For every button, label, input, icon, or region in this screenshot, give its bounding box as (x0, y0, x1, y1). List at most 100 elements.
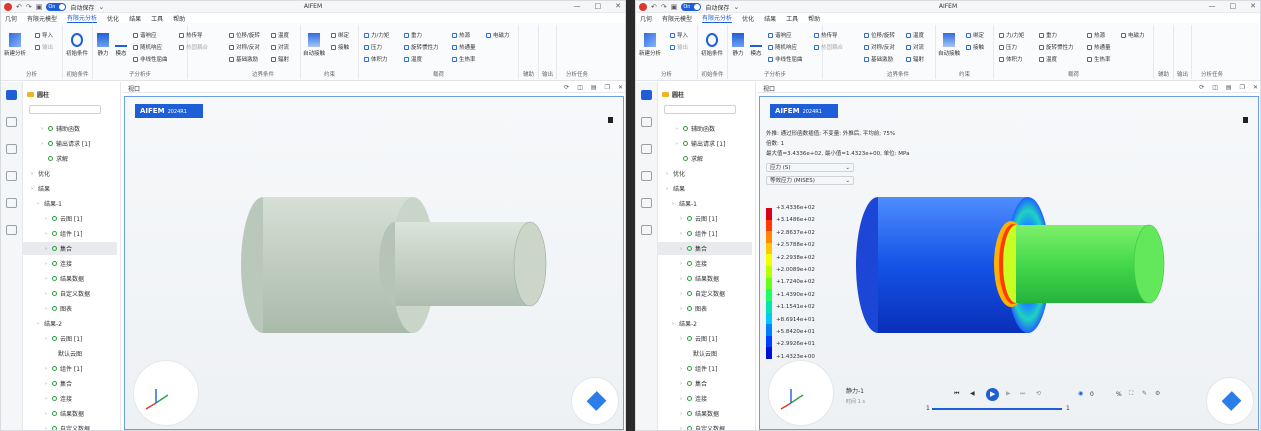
chevron-right-icon[interactable]: › (31, 171, 35, 177)
minimize-icon[interactable]: — (574, 2, 581, 10)
chevron-right-icon[interactable]: › (45, 426, 49, 431)
harmonic-button[interactable]: 谐响应 (768, 31, 792, 39)
chevron-right-icon[interactable]: › (45, 276, 49, 282)
refresh-icon[interactable]: ⟳ (564, 84, 569, 91)
menu-item[interactable]: 有限元模型 (27, 14, 57, 23)
modal-button[interactable]: 模态 (115, 33, 127, 57)
menu-item[interactable]: 工具 (786, 14, 798, 23)
axis-triad[interactable] (133, 360, 199, 426)
refresh-icon[interactable]: ⟳ (1199, 84, 1204, 91)
menu-item[interactable]: 几何 (640, 14, 652, 23)
tree-item[interactable]: › 结果 (658, 182, 685, 195)
chevron-right-icon[interactable]: › (680, 396, 684, 402)
static-button[interactable]: 静力 (732, 33, 744, 57)
chevron-right-icon[interactable]: › (676, 126, 680, 132)
heat-button[interactable]: 热传导 (814, 31, 838, 39)
loop-icon[interactable]: ⟲ (1036, 390, 1041, 397)
play-button[interactable]: ▶ (986, 388, 999, 401)
radiation-button[interactable]: 辐射 (906, 55, 924, 63)
minimize-icon[interactable]: — (1209, 2, 1216, 10)
rotational-inertia-button[interactable]: 旋转惯性力 (1039, 43, 1074, 51)
layout-icon[interactable]: ▤ (1226, 84, 1232, 91)
initial-condition-button[interactable]: 初始条件 (66, 33, 88, 57)
export-button[interactable]: 输出 (670, 43, 688, 51)
tree-item[interactable]: › 集合 (658, 242, 752, 255)
import-button[interactable]: 导入 (670, 31, 688, 39)
nonlinear-button[interactable]: 非线性屈曲 (768, 55, 803, 63)
menu-item[interactable]: 结果 (764, 14, 776, 23)
modal-button[interactable]: 模态 (750, 33, 762, 57)
chevron-right-icon[interactable]: › (680, 291, 684, 297)
tree-item[interactable]: › 云图 [1] (658, 212, 717, 225)
base-excitation-button[interactable]: 基础激励 (229, 55, 258, 63)
edit-icon[interactable]: ✎ (1142, 390, 1147, 397)
tree-search-input[interactable] (664, 105, 736, 114)
nonlinear-button[interactable]: 非线性屈曲 (133, 55, 168, 63)
page-icon[interactable] (6, 117, 17, 127)
tree-item[interactable]: › 集合 (23, 377, 72, 390)
displacement-button[interactable]: 位移/旋转 (864, 31, 895, 39)
menu-item-active[interactable]: 有限元分析 (67, 13, 98, 23)
temperature-bc-button[interactable]: 温度 (906, 31, 924, 39)
symmetry-button[interactable]: 对称/反对 (229, 43, 260, 51)
harmonic-button[interactable]: 谐响应 (133, 31, 157, 39)
tree-item[interactable]: › 结果-2 (23, 317, 62, 330)
static-button[interactable]: 静力 (97, 33, 109, 57)
tree-item[interactable]: 求解 (658, 152, 703, 165)
tree-item[interactable]: › 自定义数据 (23, 422, 90, 431)
chevron-right-icon[interactable]: › (41, 126, 45, 132)
model-tree-icon[interactable] (6, 90, 17, 100)
tree-item[interactable]: › 辅助函数 (23, 122, 80, 135)
chevron-right-icon[interactable]: › (680, 411, 684, 417)
export-frame-icon[interactable]: ⛶ (1129, 390, 1133, 398)
chevron-right-icon[interactable]: › (666, 186, 670, 192)
tree-item[interactable]: › 结果数据 (658, 407, 719, 420)
contact-button[interactable]: 接触 (966, 43, 984, 51)
menu-item-active[interactable]: 有限元分析 (702, 13, 733, 23)
tree-item[interactable]: › 连接 (658, 257, 707, 270)
auto-contact-button[interactable]: 自动接触 (938, 33, 960, 57)
speed-icon[interactable]: ◉ (1078, 390, 1083, 397)
tree-item[interactable]: › 输出请求 [1] (23, 137, 90, 150)
viewport-canvas[interactable]: AIFEM 2024R1 (124, 96, 624, 430)
chevron-right-icon[interactable]: › (680, 261, 684, 267)
tree-item[interactable]: › 结果-1 (23, 197, 62, 210)
heat-flux-button[interactable]: 热通量 (452, 43, 476, 51)
auto-contact-button[interactable]: 自动接触 (303, 33, 325, 57)
chevron-right-icon[interactable]: › (680, 366, 684, 372)
temperature-load-button[interactable]: 温度 (1039, 55, 1057, 63)
temperature-bc-button[interactable]: 温度 (271, 31, 289, 39)
page-icon[interactable] (641, 117, 652, 127)
restore-icon[interactable]: ❐ (605, 84, 610, 91)
gravity-button[interactable]: 重力 (1039, 31, 1057, 39)
tree-item[interactable]: › 组件 [1] (23, 227, 82, 240)
layers-icon[interactable] (6, 144, 17, 154)
tree-search-input[interactable] (29, 105, 101, 114)
chevron-right-icon[interactable]: › (45, 411, 49, 417)
force-button[interactable]: 力/力矩 (999, 31, 1024, 39)
tree-item[interactable]: › 自定义数据 (658, 422, 725, 430)
pressure-button[interactable]: 压力 (364, 43, 382, 51)
force-button[interactable]: 力/力矩 (364, 31, 389, 39)
grid-icon[interactable] (6, 225, 17, 235)
close-icon[interactable]: ✕ (1250, 2, 1256, 10)
chevron-right-icon[interactable]: › (37, 321, 41, 327)
tree-item[interactable]: › 辅助函数 (658, 122, 715, 135)
tree-item[interactable]: 求解 (23, 152, 68, 165)
export-button[interactable]: 输出 (35, 43, 53, 51)
view-cube[interactable] (571, 377, 619, 425)
step-back-icon[interactable]: ◀ (970, 390, 975, 397)
menu-item[interactable]: 几何 (5, 14, 17, 23)
chevron-right-icon[interactable]: › (45, 261, 49, 267)
bind-button[interactable]: 绑定 (331, 31, 349, 39)
tree-item[interactable]: › 结果 (23, 182, 50, 195)
body-force-button[interactable]: 体积力 (364, 55, 388, 63)
skip-start-icon[interactable]: ⏮ (954, 390, 959, 398)
chevron-right-icon[interactable]: › (680, 276, 684, 282)
menu-item[interactable]: 帮助 (173, 14, 185, 23)
em-force-button[interactable]: 电磁力 (1121, 31, 1145, 39)
chevron-right-icon[interactable]: › (45, 216, 49, 222)
heat-button[interactable]: 热传导 (179, 31, 203, 39)
chevron-right-icon[interactable]: › (45, 381, 49, 387)
radiation-button[interactable]: 辐射 (271, 55, 289, 63)
